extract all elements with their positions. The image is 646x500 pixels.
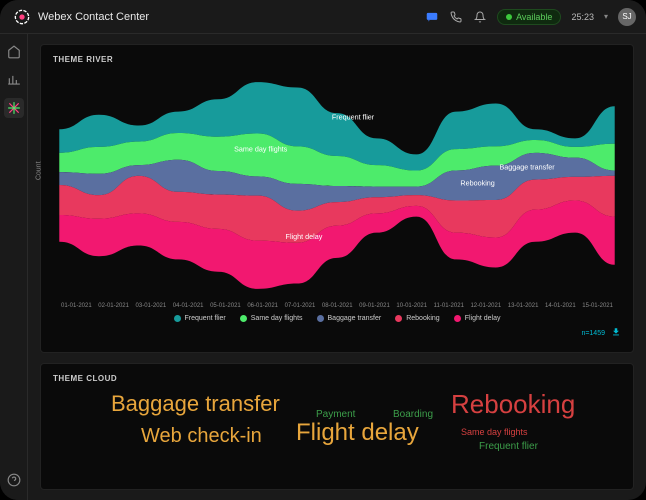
sample-size: n=1459 (581, 330, 605, 337)
sidebar-analytics[interactable] (4, 70, 24, 90)
sidebar-themes[interactable] (4, 98, 24, 118)
header: Webex Contact Center Available 25:23 ▾ S… (0, 0, 646, 34)
x-tick: 14-01-2021 (545, 303, 576, 309)
cloud-word[interactable]: Rebooking (451, 389, 575, 420)
app-title: Webex Contact Center (38, 11, 425, 23)
status-dot (506, 14, 512, 20)
legend-swatch (395, 315, 402, 322)
x-tick: 15-01-2021 (582, 303, 613, 309)
brand-logo (14, 9, 30, 25)
x-tick: 05-01-2021 (210, 303, 241, 309)
legend: Frequent flier Same day flights Baggage tr… (41, 309, 633, 324)
chart-footer: n=1459 (41, 324, 633, 346)
series-label: Baggage transfer (500, 162, 556, 171)
theme-river-chart: Count Frequent flierSame day flightsBagg… (41, 68, 633, 303)
chat-icon[interactable] (425, 10, 439, 24)
cloud-word[interactable]: Baggage transfer (111, 391, 280, 417)
card-title: THEME CLOUD (41, 364, 633, 387)
export-icon[interactable] (611, 324, 621, 342)
legend-swatch (240, 315, 247, 322)
card-title: THEME RIVER (41, 45, 633, 68)
app-window: Webex Contact Center Available 25:23 ▾ S… (0, 0, 646, 500)
theme-river-card: THEME RIVER Count Frequent flierSame day… (40, 44, 634, 353)
main-content: THEME RIVER Count Frequent flier Same day… (28, 34, 646, 500)
status-pill[interactable]: Available (497, 9, 561, 25)
x-tick: 10-01-2021 (396, 303, 427, 309)
legend-label: Baggage transfer (328, 315, 382, 322)
x-tick: 06-01-2021 (247, 303, 278, 309)
series-label: Frequent flier (332, 112, 375, 121)
series-label: Flight delay (286, 232, 323, 241)
sidebar-home[interactable] (4, 42, 24, 62)
legend-label: Rebooking (406, 315, 439, 322)
x-tick: 12-01-2021 (470, 303, 501, 309)
x-tick: 04-01-2021 (173, 303, 204, 309)
legend-item[interactable]: Frequent flier (174, 315, 226, 322)
x-tick: 09-01-2021 (359, 303, 390, 309)
series-label: Rebooking (460, 178, 494, 187)
legend-swatch (317, 315, 324, 322)
sidebar-help[interactable] (4, 470, 24, 490)
series-label: Same day flights (234, 144, 287, 153)
legend-swatch (174, 315, 181, 322)
chevron-down-icon[interactable]: ▾ (604, 12, 608, 21)
legend-label: Frequent flier (185, 315, 226, 322)
phone-icon[interactable] (449, 10, 463, 24)
session-time: 25:23 (571, 12, 594, 22)
theme-cloud-card: THEME CLOUD Baggage transferRebookingPay… (40, 363, 634, 490)
status-label: Available (516, 12, 552, 22)
legend-item[interactable]: Rebooking (395, 315, 439, 322)
header-actions: Available 25:23 ▾ SJ (425, 8, 636, 26)
cloud-word[interactable]: Flight delay (296, 419, 419, 447)
legend-item[interactable]: Baggage transfer (317, 315, 382, 322)
x-tick: 08-01-2021 (322, 303, 353, 309)
cloud-word[interactable]: Frequent flier (479, 441, 538, 452)
legend-item[interactable]: Flight delay (454, 315, 501, 322)
word-cloud: Baggage transferRebookingPaymentBoarding… (41, 387, 633, 477)
cloud-word[interactable]: Same day flights (461, 427, 528, 437)
x-tick: 07-01-2021 (285, 303, 316, 309)
x-tick: 11-01-2021 (434, 303, 464, 309)
user-avatar[interactable]: SJ (618, 8, 636, 26)
y-axis-label: Count (36, 161, 43, 180)
legend-label: Same day flights (251, 315, 303, 322)
x-tick: 02-01-2021 (98, 303, 129, 309)
x-tick: 03-01-2021 (136, 303, 167, 309)
bell-icon[interactable] (473, 10, 487, 24)
x-tick: 01-01-2021 (61, 303, 92, 309)
legend-swatch (454, 315, 461, 322)
cloud-word[interactable]: Web check-in (141, 425, 262, 448)
legend-label: Flight delay (465, 315, 501, 322)
legend-item[interactable]: Same day flights (240, 315, 303, 322)
sidebar (0, 34, 28, 500)
x-tick: 13-01-2021 (508, 303, 539, 309)
